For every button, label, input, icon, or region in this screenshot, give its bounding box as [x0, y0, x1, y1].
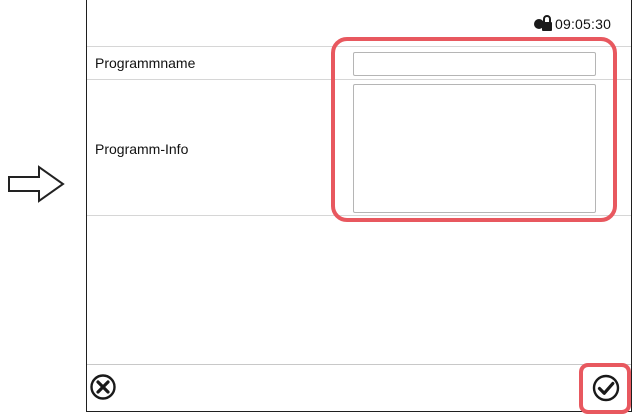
divider — [87, 79, 631, 80]
program-name-label: Programmname — [95, 55, 196, 71]
figure: 09:05:30 Programmname Programm-Info — [0, 0, 634, 414]
program-info-textarea[interactable] — [353, 84, 596, 213]
divider — [87, 46, 631, 47]
clock: 09:05:30 — [555, 16, 612, 32]
status-bar: 09:05:30 — [87, 0, 631, 46]
user-lock-icon — [534, 15, 552, 31]
divider — [87, 215, 631, 216]
bottom-bar — [87, 364, 631, 413]
program-name-input[interactable] — [353, 52, 596, 76]
cancel-button[interactable] — [88, 372, 118, 402]
confirm-button[interactable] — [591, 373, 621, 403]
program-info-label: Programm-Info — [95, 141, 189, 157]
right-arrow-icon — [8, 165, 65, 203]
device-screen: 09:05:30 Programmname Programm-Info — [86, 0, 632, 414]
